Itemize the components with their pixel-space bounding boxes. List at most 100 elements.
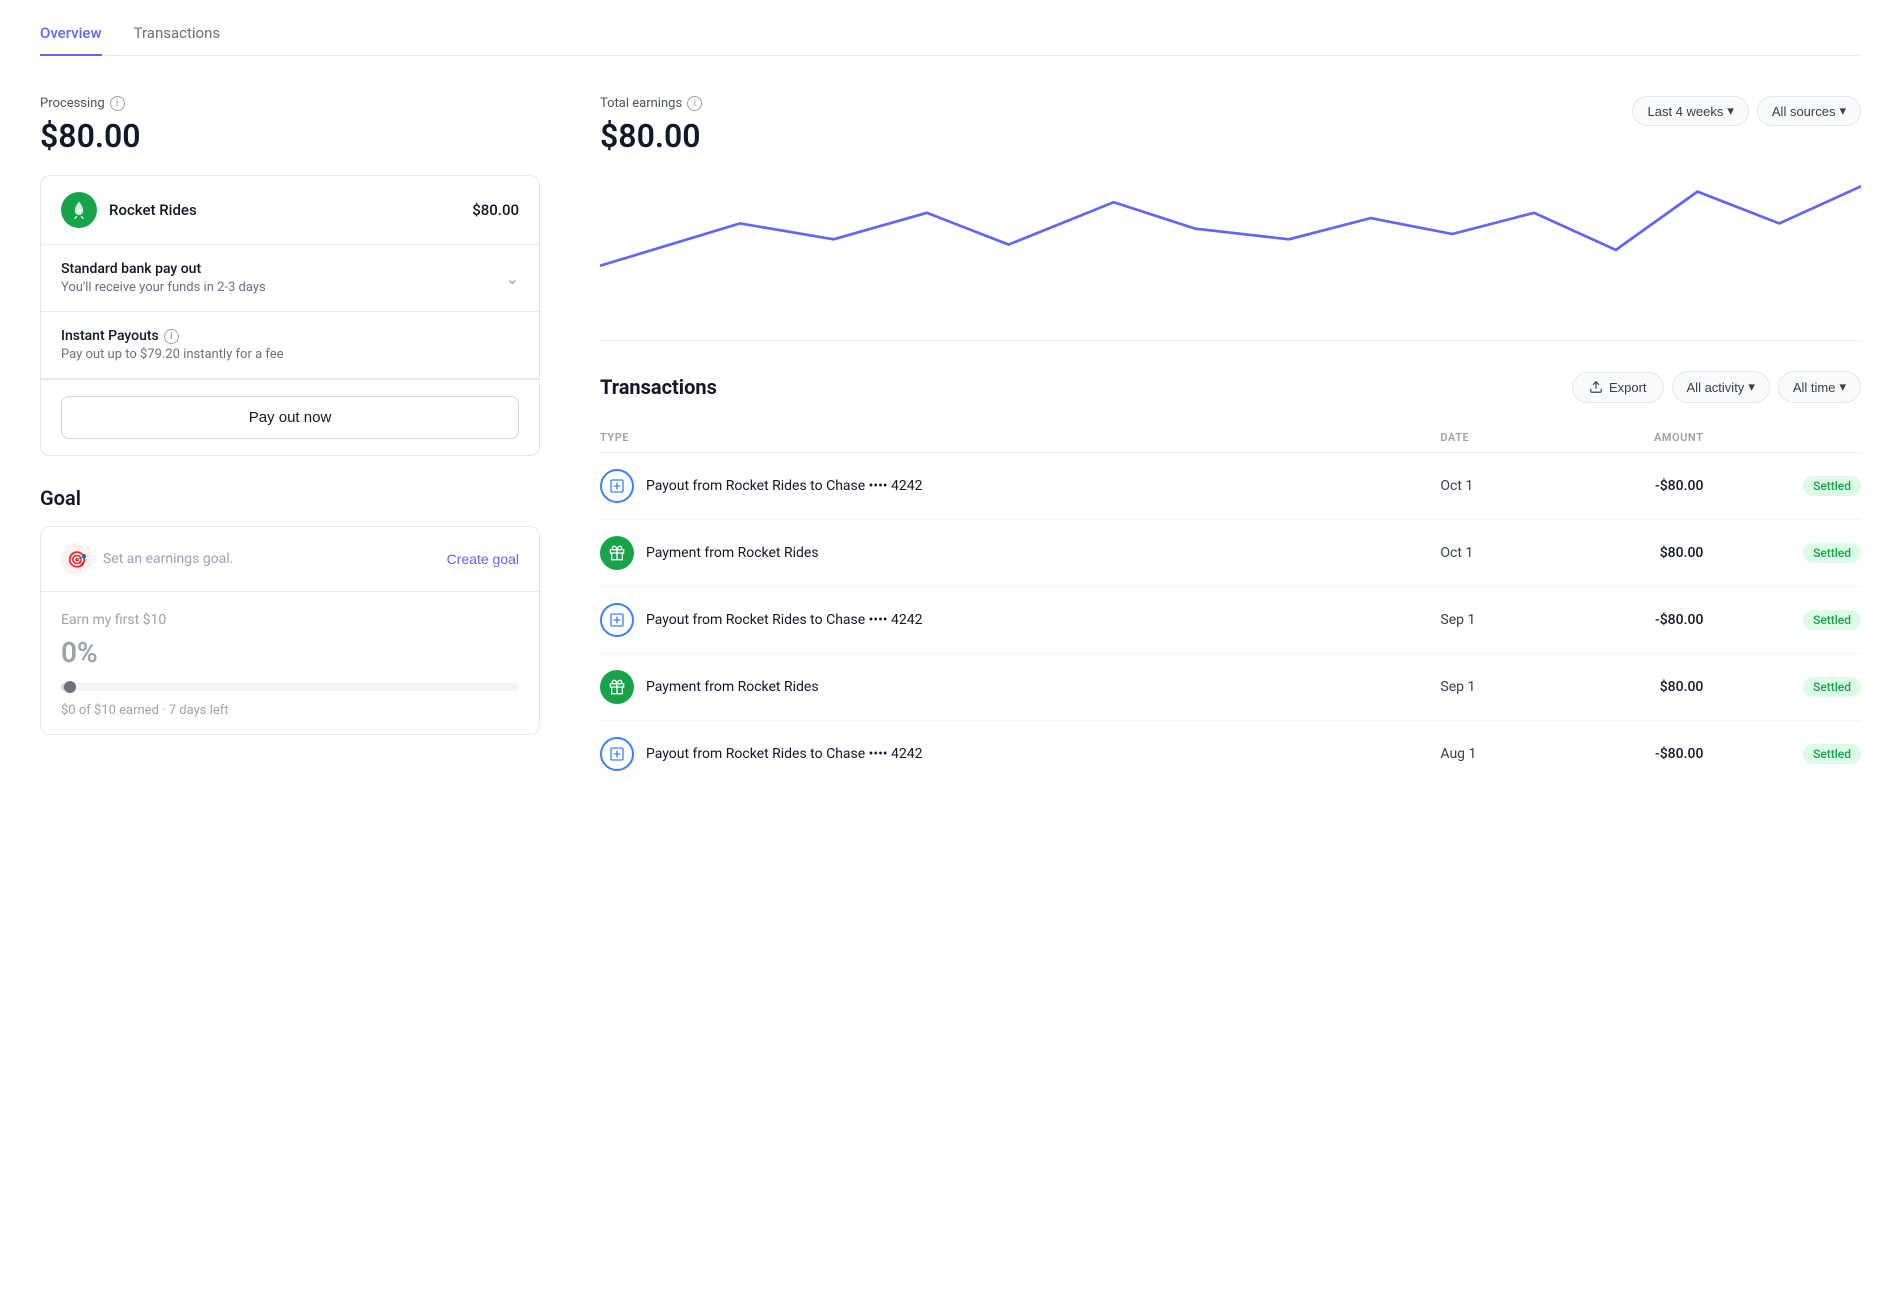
processing-info-icon[interactable]: i (110, 96, 125, 111)
table-row: Payout from Rocket Rides to Chase •••• 4… (600, 453, 1861, 520)
goal-set-left: 🎯 Set an earnings goal. (61, 543, 233, 575)
chevron-down-icon: ▾ (1727, 103, 1734, 119)
time-filter-button[interactable]: Last 4 weeks ▾ (1632, 96, 1748, 126)
payout-icon (600, 469, 634, 503)
transactions-table: TYPE DATE AMOUNT Payout from Rocket Ride… (600, 423, 1861, 787)
rocket-rides-row: Rocket Rides $80.00 (41, 176, 539, 245)
goal-progress-label: Earn my first $10 (61, 612, 519, 628)
goal-set-text: Set an earnings goal. (103, 551, 233, 567)
txn-amount: $80.00 (1561, 520, 1715, 587)
txn-date: Aug 1 (1440, 721, 1561, 788)
settled-badge: Settled (1803, 744, 1861, 764)
rocket-rides-icon (61, 192, 97, 228)
txn-amount: -$80.00 (1561, 721, 1715, 788)
txn-amount: -$80.00 (1561, 453, 1715, 520)
standard-payout-subtitle: You'll receive your funds in 2-3 days (61, 280, 266, 295)
pay-out-now-button[interactable]: Pay out now (61, 396, 519, 439)
payout-icon (600, 737, 634, 771)
chart-svg (600, 181, 1861, 340)
txn-status: Settled (1715, 453, 1861, 520)
chevron-down-icon: ▾ (1839, 379, 1846, 395)
txn-date: Sep 1 (1440, 587, 1561, 654)
payment-icon (600, 536, 634, 570)
transactions-header: Transactions Export All activity ▾ (600, 371, 1861, 403)
txn-type-cell: Payout from Rocket Rides to Chase •••• 4… (600, 453, 1440, 520)
table-row: Payout from Rocket Rides to Chase •••• 4… (600, 587, 1861, 654)
txn-type-cell: Payment from Rocket Rides (600, 654, 1440, 721)
tab-transactions[interactable]: Transactions (134, 24, 221, 56)
total-earnings-info: Total earnings i $80.00 (600, 96, 702, 175)
transactions-title: Transactions (600, 375, 717, 399)
txn-description: Payment from Rocket Rides (646, 545, 819, 561)
standard-payout-info: Standard bank pay out You'll receive you… (61, 261, 266, 295)
goal-percent: 0% (61, 636, 519, 669)
goal-section-title: Goal (40, 486, 540, 510)
txn-status: Settled (1715, 654, 1861, 721)
filter-buttons: Last 4 weeks ▾ All sources ▾ (1632, 96, 1861, 126)
chevron-down-icon: ▾ (1748, 379, 1755, 395)
export-icon (1589, 380, 1603, 394)
table-row: Payment from Rocket Rides Sep 1 $80.00 S… (600, 654, 1861, 721)
txn-status: Settled (1715, 520, 1861, 587)
table-row: Payment from Rocket Rides Oct 1 $80.00 S… (600, 520, 1861, 587)
rocket-rides-name: Rocket Rides (109, 201, 197, 219)
txn-description: Payout from Rocket Rides to Chase •••• 4… (646, 478, 922, 494)
instant-payouts-info-icon[interactable]: i (164, 329, 179, 344)
goal-card: 🎯 Set an earnings goal. Create goal Earn… (40, 526, 540, 735)
chevron-down-icon: ▾ (1839, 103, 1846, 119)
processing-label: Processing i (40, 96, 540, 111)
export-button[interactable]: Export (1572, 372, 1664, 403)
txn-description: Payout from Rocket Rides to Chase •••• 4… (646, 746, 922, 762)
payout-icon (600, 603, 634, 637)
settled-badge: Settled (1803, 677, 1861, 697)
tab-bar: Overview Transactions (40, 0, 1861, 56)
set-goal-row: 🎯 Set an earnings goal. Create goal (41, 527, 539, 592)
txn-type-cell: Payout from Rocket Rides to Chase •••• 4… (600, 587, 1440, 654)
total-earnings-info-icon[interactable]: i (687, 96, 702, 111)
instant-payouts-subtitle: Pay out up to $79.20 instantly for a fee (61, 347, 284, 362)
settled-badge: Settled (1803, 476, 1861, 496)
processing-amount: $80.00 (40, 117, 540, 155)
table-row: Payout from Rocket Rides to Chase •••• 4… (600, 721, 1861, 788)
goal-icon: 🎯 (61, 543, 93, 575)
txn-amount: $80.00 (1561, 654, 1715, 721)
rocket-rides-info: Rocket Rides (61, 192, 197, 228)
col-date: DATE (1440, 423, 1561, 453)
standard-payout-row[interactable]: Standard bank pay out You'll receive you… (41, 245, 539, 312)
txn-description: Payment from Rocket Rides (646, 679, 819, 695)
pay-out-btn-row: Pay out now (41, 379, 539, 455)
rocket-rides-card: Rocket Rides $80.00 Standard bank pay ou… (40, 175, 540, 456)
transactions-actions: Export All activity ▾ All time ▾ (1572, 371, 1861, 403)
processing-text: Processing (40, 96, 105, 111)
rocket-rides-amount: $80.00 (472, 201, 519, 219)
txn-status: Settled (1715, 721, 1861, 788)
col-type: TYPE (600, 423, 1440, 453)
goal-status-text: $0 of $10 earned · 7 days left (61, 703, 519, 718)
activity-filter-button[interactable]: All activity ▾ (1672, 371, 1770, 403)
source-filter-button[interactable]: All sources ▾ (1757, 96, 1861, 126)
chevron-down-icon: ⌄ (506, 269, 519, 288)
progress-bar-fill (61, 683, 70, 691)
txn-description: Payout from Rocket Rides to Chase •••• 4… (646, 612, 922, 628)
payment-icon (600, 670, 634, 704)
total-earnings-amount: $80.00 (600, 117, 702, 155)
txn-date: Sep 1 (1440, 654, 1561, 721)
txn-type-cell: Payout from Rocket Rides to Chase •••• 4… (600, 721, 1440, 788)
goal-progress-section: Earn my first $10 0% $0 of $10 earned · … (41, 592, 539, 734)
left-column: Processing i $80.00 Rocke (40, 96, 540, 787)
right-column: Total earnings i $80.00 Last 4 weeks ▾ A… (600, 96, 1861, 787)
txn-date: Oct 1 (1440, 520, 1561, 587)
main-layout: Processing i $80.00 Rocke (40, 96, 1861, 787)
earnings-chart (600, 181, 1861, 341)
col-amount: AMOUNT (1561, 423, 1715, 453)
instant-payouts-title: Instant Payouts i (61, 328, 284, 344)
table-header: TYPE DATE AMOUNT (600, 423, 1861, 453)
progress-bar (61, 683, 519, 691)
create-goal-button[interactable]: Create goal (447, 551, 519, 567)
txn-type-cell: Payment from Rocket Rides (600, 520, 1440, 587)
instant-payouts-info: Instant Payouts i Pay out up to $79.20 i… (61, 328, 284, 362)
settled-badge: Settled (1803, 610, 1861, 630)
table-body: Payout from Rocket Rides to Chase •••• 4… (600, 453, 1861, 788)
time-range-button[interactable]: All time ▾ (1778, 371, 1861, 403)
tab-overview[interactable]: Overview (40, 24, 102, 56)
